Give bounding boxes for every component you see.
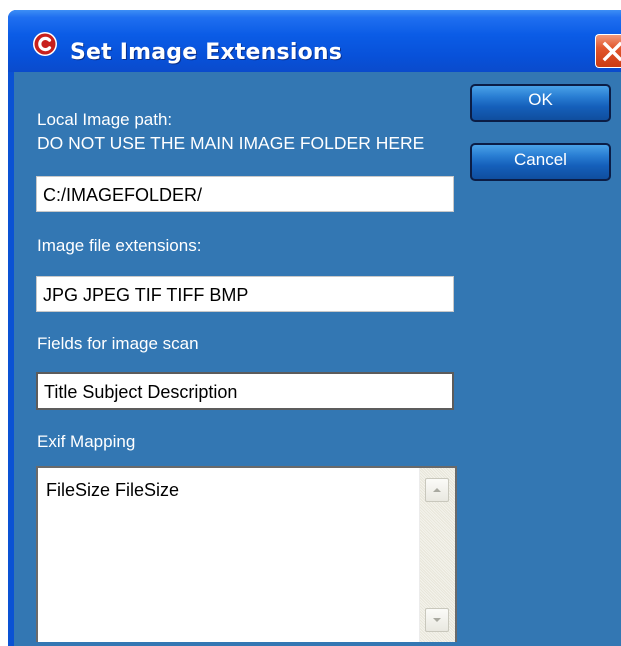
local-image-path-input[interactable]: C:/IMAGEFOLDER/ (36, 176, 454, 212)
image-scan-fields-label: Fields for image scan (37, 334, 199, 353)
scroll-up-button[interactable] (425, 478, 449, 502)
close-button[interactable] (595, 34, 621, 68)
app-icon (33, 32, 57, 56)
local-image-path-label: Local Image path: (37, 110, 173, 129)
close-icon (602, 41, 621, 62)
image-extensions-input[interactable]: JPG JPEG TIF TIFF BMP (36, 276, 454, 312)
image-extensions-label: Image file extensions: (37, 236, 202, 255)
local-image-path-warning: DO NOT USE THE MAIN IMAGE FOLDER HERE (37, 133, 425, 153)
cancel-button[interactable]: Cancel (470, 143, 611, 181)
exif-mapping-text: FileSize FileSize (46, 480, 180, 500)
scroll-up-icon (433, 488, 441, 492)
exif-mapping-label: Exif Mapping (37, 432, 136, 451)
exif-mapping-scrollbar[interactable] (419, 468, 455, 642)
scroll-down-icon (433, 618, 441, 622)
scroll-down-button[interactable] (425, 608, 449, 632)
image-scan-fields-input[interactable]: Title Subject Description (36, 372, 454, 410)
local-image-path-warning-container: DO NOT USE THE MAIN IMAGE FOLDER HERE (37, 132, 467, 174)
ok-button[interactable]: OK (470, 84, 611, 122)
title-bar[interactable]: Set Image Extensions (8, 10, 621, 72)
window-title: Set Image Extensions (70, 40, 343, 65)
exif-mapping-textarea[interactable]: FileSize FileSize (36, 466, 457, 642)
dialog-window: Set Image Extensions Local Image path: D… (0, 0, 621, 646)
